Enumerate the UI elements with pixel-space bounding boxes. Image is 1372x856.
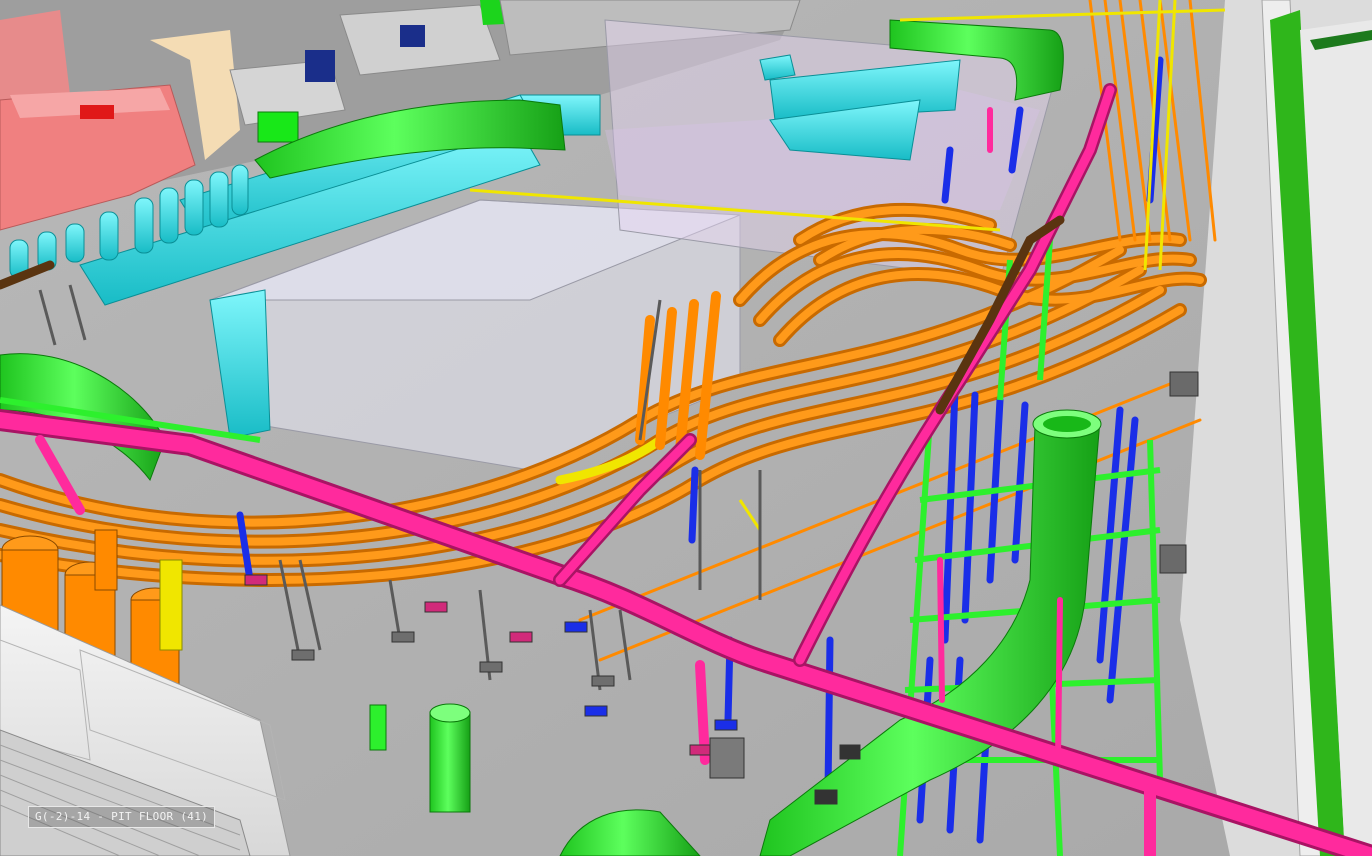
model-viewport[interactable]: G(-2)-14 - PIT FLOOR (41) <box>0 0 1372 856</box>
grid-location-text: G(-2)-14 - PIT FLOOR (41) <box>35 810 209 823</box>
bim-3d-scene[interactable] <box>0 0 1372 856</box>
grid-location-label: G(-2)-14 - PIT FLOOR (41) <box>28 806 216 828</box>
